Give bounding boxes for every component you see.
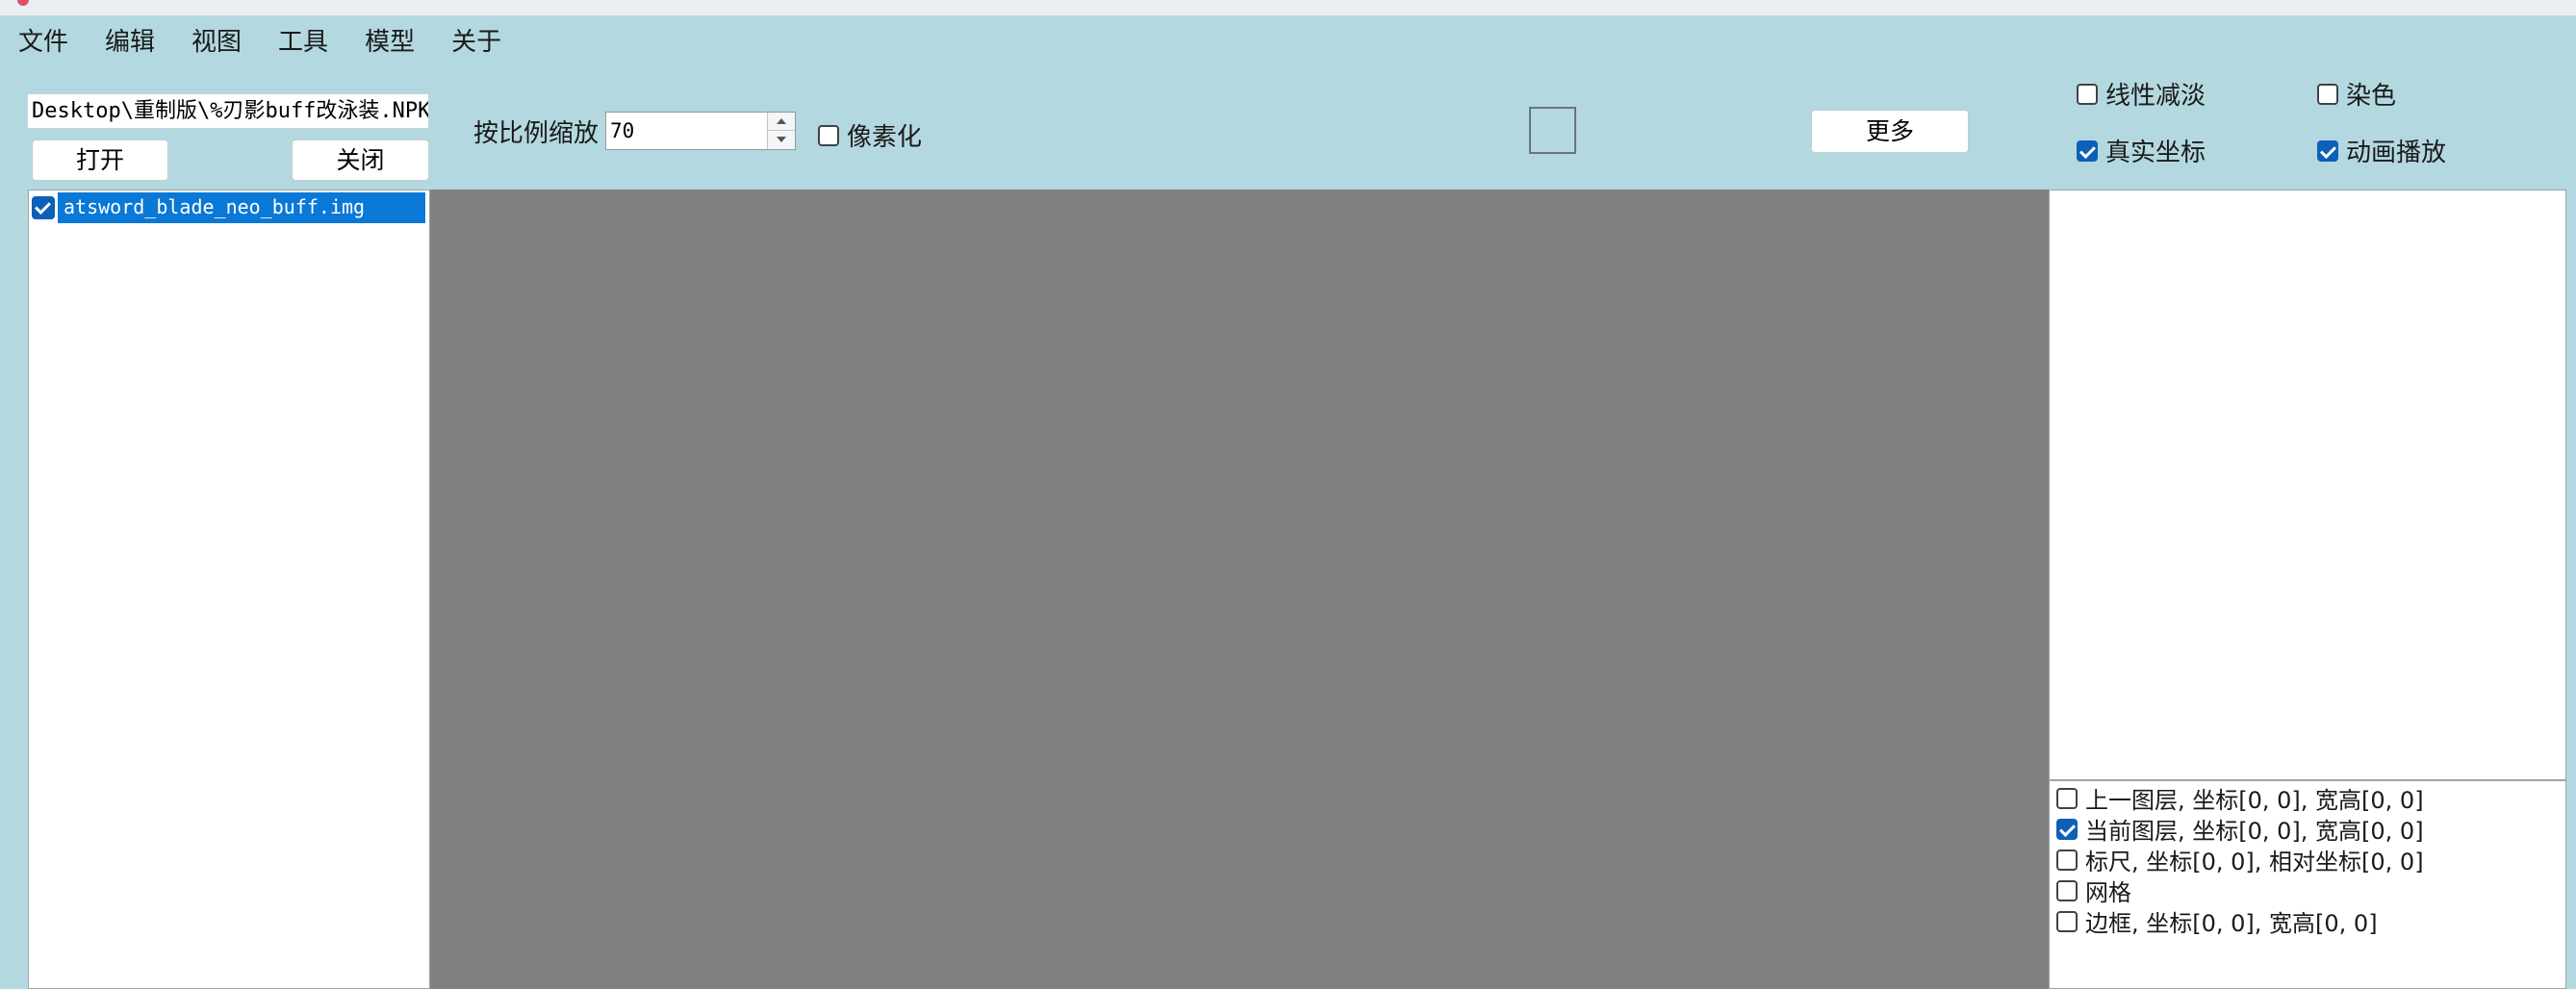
layer-current-label: 当前图层, 坐标[0, 0], 宽高[0, 0] xyxy=(2085,818,2424,845)
real-coords-checkbox-box[interactable] xyxy=(2077,139,2098,162)
dye-checkbox[interactable]: 染色 xyxy=(2317,76,2396,112)
menu-model[interactable]: 模型 xyxy=(365,22,415,58)
open-button[interactable]: 打开 xyxy=(32,139,168,181)
stepper-down-icon[interactable] xyxy=(768,131,795,149)
linear-fade-label: 线性减淡 xyxy=(2105,82,2206,111)
layer-ruler-box[interactable] xyxy=(2056,849,2078,871)
real-coords-label: 真实坐标 xyxy=(2105,139,2206,167)
layer-border-label: 边框, 坐标[0, 0], 宽高[0, 0] xyxy=(2085,910,2378,937)
animation-label: 动画播放 xyxy=(2346,139,2447,167)
pixelate-checkbox-box[interactable] xyxy=(818,124,839,146)
color-swatch[interactable] xyxy=(1529,107,1576,154)
menu-about[interactable]: 关于 xyxy=(451,22,501,58)
pixelate-label: 像素化 xyxy=(847,123,923,152)
scale-stepper[interactable]: 70 xyxy=(605,112,796,150)
dye-checkbox-box[interactable] xyxy=(2317,83,2338,105)
layer-border-checkbox[interactable]: 边框, 坐标[0, 0], 宽高[0, 0] xyxy=(2056,904,2378,938)
image-canvas[interactable] xyxy=(430,190,2049,989)
layer-ruler-label: 标尺, 坐标[0, 0], 相对坐标[0, 0] xyxy=(2085,849,2424,875)
stepper-arrows xyxy=(767,113,795,149)
layer-options-panel: 上一图层, 坐标[0, 0], 宽高[0, 0] 当前图层, 坐标[0, 0],… xyxy=(2049,780,2566,989)
linear-fade-checkbox-box[interactable] xyxy=(2077,83,2098,105)
close-button[interactable]: 关闭 xyxy=(292,139,429,181)
file-path-input[interactable]: Desktop\重制版\%刃影buff改泳装.NPK xyxy=(27,93,429,129)
layer-grid-checkbox[interactable]: 网格 xyxy=(2056,874,2131,907)
layer-prev-box[interactable] xyxy=(2056,787,2078,809)
title-bar xyxy=(0,0,2576,15)
file-name[interactable]: atsword_blade_neo_buff.img xyxy=(58,192,425,223)
stepper-up-icon[interactable] xyxy=(768,113,795,131)
app-window: 文件 编辑 视图 工具 模型 关于 Desktop\重制版\%刃影buff改泳装… xyxy=(0,0,2576,989)
menu-file[interactable]: 文件 xyxy=(18,22,68,58)
pixelate-checkbox[interactable]: 像素化 xyxy=(818,117,922,153)
file-list[interactable]: atsword_blade_neo_buff.img xyxy=(28,190,430,989)
menu-tools[interactable]: 工具 xyxy=(278,22,328,58)
layer-prev-label: 上一图层, 坐标[0, 0], 宽高[0, 0] xyxy=(2085,787,2424,814)
layer-current-box[interactable] xyxy=(2056,818,2078,840)
menu-edit[interactable]: 编辑 xyxy=(105,22,155,58)
scale-value[interactable]: 70 xyxy=(610,113,634,149)
layer-prev-checkbox[interactable]: 上一图层, 坐标[0, 0], 宽高[0, 0] xyxy=(2056,781,2424,815)
file-checkbox[interactable] xyxy=(32,196,55,219)
layer-grid-label: 网格 xyxy=(2085,879,2131,906)
real-coords-checkbox[interactable]: 真实坐标 xyxy=(2077,133,2206,168)
menu-view[interactable]: 视图 xyxy=(191,22,242,58)
menu-bar: 文件 编辑 视图 工具 模型 关于 xyxy=(0,15,2576,63)
layer-ruler-checkbox[interactable]: 标尺, 坐标[0, 0], 相对坐标[0, 0] xyxy=(2056,843,2424,876)
linear-fade-checkbox[interactable]: 线性减淡 xyxy=(2077,76,2206,112)
app-logo-icon xyxy=(17,0,29,6)
list-item[interactable]: atsword_blade_neo_buff.img xyxy=(32,192,425,223)
preview-panel[interactable] xyxy=(2049,190,2566,780)
dye-label: 染色 xyxy=(2346,82,2397,111)
layer-border-box[interactable] xyxy=(2056,910,2078,932)
layer-grid-box[interactable] xyxy=(2056,879,2078,901)
more-button[interactable]: 更多 xyxy=(1811,110,1969,153)
animation-checkbox[interactable]: 动画播放 xyxy=(2317,133,2446,168)
scale-label: 按比例缩放 xyxy=(473,119,599,148)
layer-current-checkbox[interactable]: 当前图层, 坐标[0, 0], 宽高[0, 0] xyxy=(2056,812,2424,846)
animation-checkbox-box[interactable] xyxy=(2317,139,2338,162)
